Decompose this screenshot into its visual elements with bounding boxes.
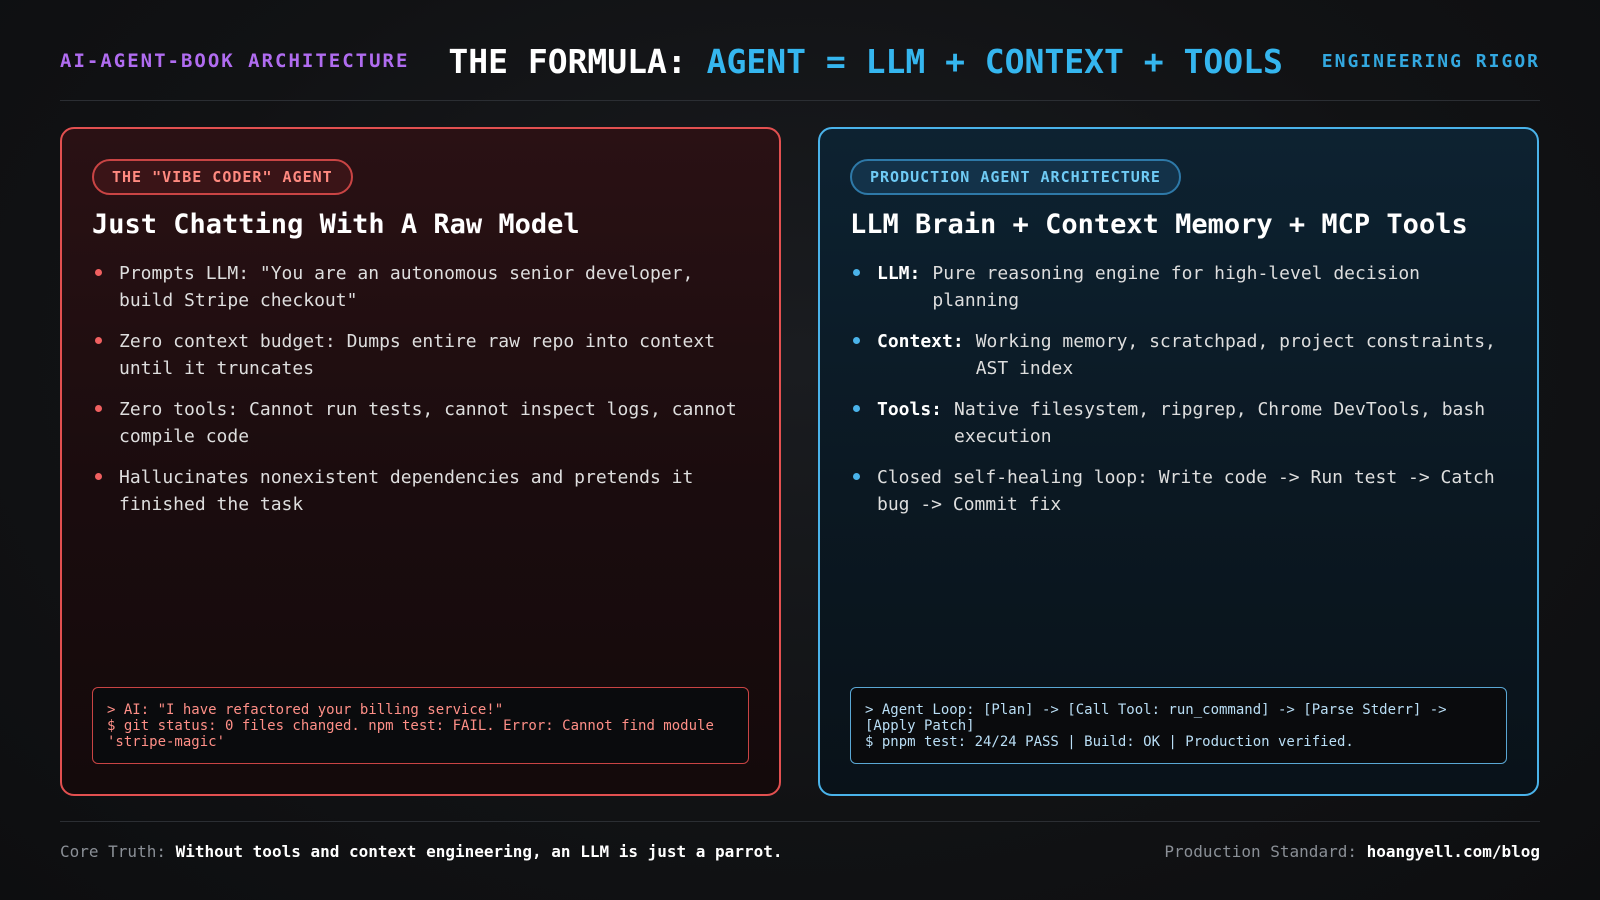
bottom-divider bbox=[60, 821, 1540, 822]
bullet-dot-icon bbox=[853, 473, 860, 480]
header: AI-AGENT-BOOK ARCHITECTURE THE FORMULA: … bbox=[60, 38, 1540, 84]
production-agent-terminal: > Agent Loop: [Plan] -> [Call Tool: run_… bbox=[850, 687, 1507, 764]
core-truth-label: Core Truth: bbox=[60, 841, 166, 861]
list-item: Closed self-healing loop: Write code -> … bbox=[850, 464, 1507, 518]
list-item: Hallucinates nonexistent dependencies an… bbox=[92, 464, 749, 518]
core-truth: Core Truth: Without tools and context en… bbox=[60, 842, 782, 861]
production-standard-label: Production Standard: bbox=[1164, 841, 1357, 861]
formula-accent: AGENT = LLM + CONTEXT + TOOLS bbox=[706, 41, 1283, 81]
bullet-dot-icon bbox=[95, 337, 102, 344]
vibe-coder-terminal: > AI: "I have refactored your billing se… bbox=[92, 687, 749, 764]
bullet-dot-icon bbox=[95, 473, 102, 480]
production-agent-card: PRODUCTION AGENT ARCHITECTURE LLM Brain … bbox=[818, 127, 1539, 796]
bullet-text: Prompts LLM: "You are an autonomous seni… bbox=[119, 263, 694, 311]
footer: Core Truth: Without tools and context en… bbox=[60, 840, 1540, 862]
bullet-text: Zero tools: Cannot run tests, cannot ins… bbox=[119, 399, 737, 447]
production-agent-badge: PRODUCTION AGENT ARCHITECTURE bbox=[850, 159, 1181, 195]
bullet-dot-icon bbox=[95, 405, 102, 412]
formula-title: THE FORMULA: AGENT = LLM + CONTEXT + TOO… bbox=[448, 42, 1282, 81]
bullet-text: Hallucinates nonexistent dependencies an… bbox=[119, 467, 694, 515]
formula-lead: THE FORMULA: bbox=[448, 41, 687, 81]
vibe-coder-card: THE "VIBE CODER" AGENT Just Chatting Wit… bbox=[60, 127, 781, 796]
list-item: Zero tools: Cannot run tests, cannot ins… bbox=[92, 396, 749, 450]
bullet-text: Pure reasoning engine for high-level dec… bbox=[932, 263, 1421, 311]
header-tag: ENGINEERING RIGOR bbox=[1321, 50, 1540, 72]
bullet-text: Zero context budget: Dumps entire raw re… bbox=[119, 331, 716, 379]
bullet-text: Native filesystem, ripgrep, Chrome DevTo… bbox=[954, 399, 1486, 447]
vibe-coder-title: Just Chatting With A Raw Model bbox=[92, 209, 580, 240]
list-item: LLM: Pure reasoning engine for high-level… bbox=[850, 260, 1507, 314]
production-agent-title: LLM Brain + Context Memory + MCP Tools bbox=[850, 209, 1468, 240]
bullet-dot-icon bbox=[95, 269, 102, 276]
vibe-coder-badge: THE "VIBE CODER" AGENT bbox=[92, 159, 353, 195]
top-divider bbox=[60, 100, 1540, 101]
list-item: Context: Working memory, scratchpad, proj… bbox=[850, 328, 1507, 382]
bullet-dot-icon bbox=[853, 269, 860, 276]
list-item: Zero context budget: Dumps entire raw re… bbox=[92, 328, 749, 382]
production-standard: Production Standard: hoangyell.com/blog bbox=[1164, 842, 1540, 861]
bullet-key: Context: bbox=[877, 331, 964, 352]
production-agent-bullets: LLM: Pure reasoning engine for high-level… bbox=[850, 260, 1507, 518]
blog-link[interactable]: hoangyell.com/blog bbox=[1367, 842, 1540, 861]
bullet-key: LLM: bbox=[877, 263, 921, 284]
brand-label: AI-AGENT-BOOK ARCHITECTURE bbox=[60, 50, 410, 72]
list-item: Tools: Native filesystem, ripgrep, Chrome… bbox=[850, 396, 1507, 450]
vibe-coder-bullets: Prompts LLM: "You are an autonomous seni… bbox=[92, 260, 749, 518]
core-truth-text: Without tools and context engineering, a… bbox=[175, 841, 783, 861]
bullet-text: Closed self-healing loop: Write code -> … bbox=[877, 467, 1495, 515]
bullet-dot-icon bbox=[853, 337, 860, 344]
bullet-dot-icon bbox=[853, 405, 860, 412]
bullet-text: Working memory, scratchpad, project cons… bbox=[975, 331, 1496, 379]
bullet-key: Tools: bbox=[877, 399, 943, 420]
list-item: Prompts LLM: "You are an autonomous seni… bbox=[92, 260, 749, 314]
